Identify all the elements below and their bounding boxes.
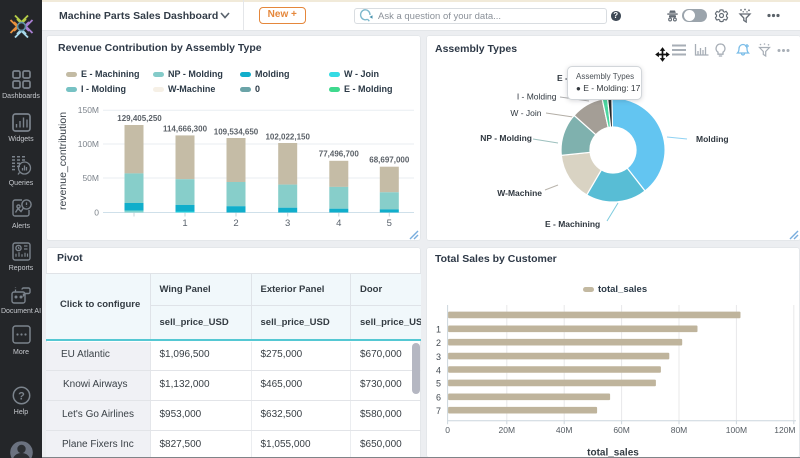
- svg-text:1: 1: [182, 218, 187, 229]
- svg-text:40M: 40M: [556, 425, 573, 435]
- svg-text:2: 2: [436, 338, 441, 348]
- svg-text:109,534,650: 109,534,650: [214, 128, 259, 137]
- svg-text:0: 0: [445, 425, 450, 435]
- svg-text:I - Molding: I - Molding: [517, 92, 557, 102]
- svg-text:100M: 100M: [726, 425, 747, 435]
- svg-text:100M: 100M: [78, 139, 99, 149]
- svg-text:150M: 150M: [78, 105, 99, 115]
- svg-text:Molding: Molding: [696, 134, 729, 144]
- svg-text:120M: 120M: [774, 425, 795, 435]
- svg-text:114,666,300: 114,666,300: [163, 125, 208, 134]
- svg-text:102,022,150: 102,022,150: [265, 133, 310, 142]
- svg-text:60M: 60M: [613, 425, 630, 435]
- svg-text:80M: 80M: [671, 425, 688, 435]
- svg-text:3: 3: [436, 352, 441, 362]
- svg-text:68,697,000: 68,697,000: [369, 156, 410, 165]
- svg-text:5: 5: [436, 379, 441, 389]
- svg-text:W - Join: W - Join: [510, 108, 541, 118]
- svg-text:77,496,700: 77,496,700: [319, 150, 360, 159]
- svg-text:W-Machine: W-Machine: [497, 188, 542, 198]
- svg-text:7: 7: [436, 406, 441, 416]
- svg-text:50M: 50M: [82, 173, 99, 183]
- svg-text:129,405,250: 129,405,250: [117, 114, 162, 123]
- svg-text:5: 5: [387, 218, 392, 229]
- svg-text:4: 4: [336, 218, 341, 229]
- svg-text:2: 2: [233, 218, 238, 229]
- svg-text:?: ?: [18, 390, 25, 402]
- svg-text:20M: 20M: [499, 425, 516, 435]
- svg-text:NP - Molding: NP - Molding: [480, 133, 532, 143]
- svg-text:revenue_contribution: revenue_contribution: [57, 112, 69, 210]
- svg-text:3: 3: [285, 218, 290, 229]
- svg-text:0: 0: [94, 208, 99, 218]
- svg-text:4: 4: [436, 365, 441, 375]
- svg-text:E - Machining: E - Machining: [545, 219, 600, 229]
- svg-text:6: 6: [436, 393, 441, 403]
- svg-text:1: 1: [436, 325, 441, 335]
